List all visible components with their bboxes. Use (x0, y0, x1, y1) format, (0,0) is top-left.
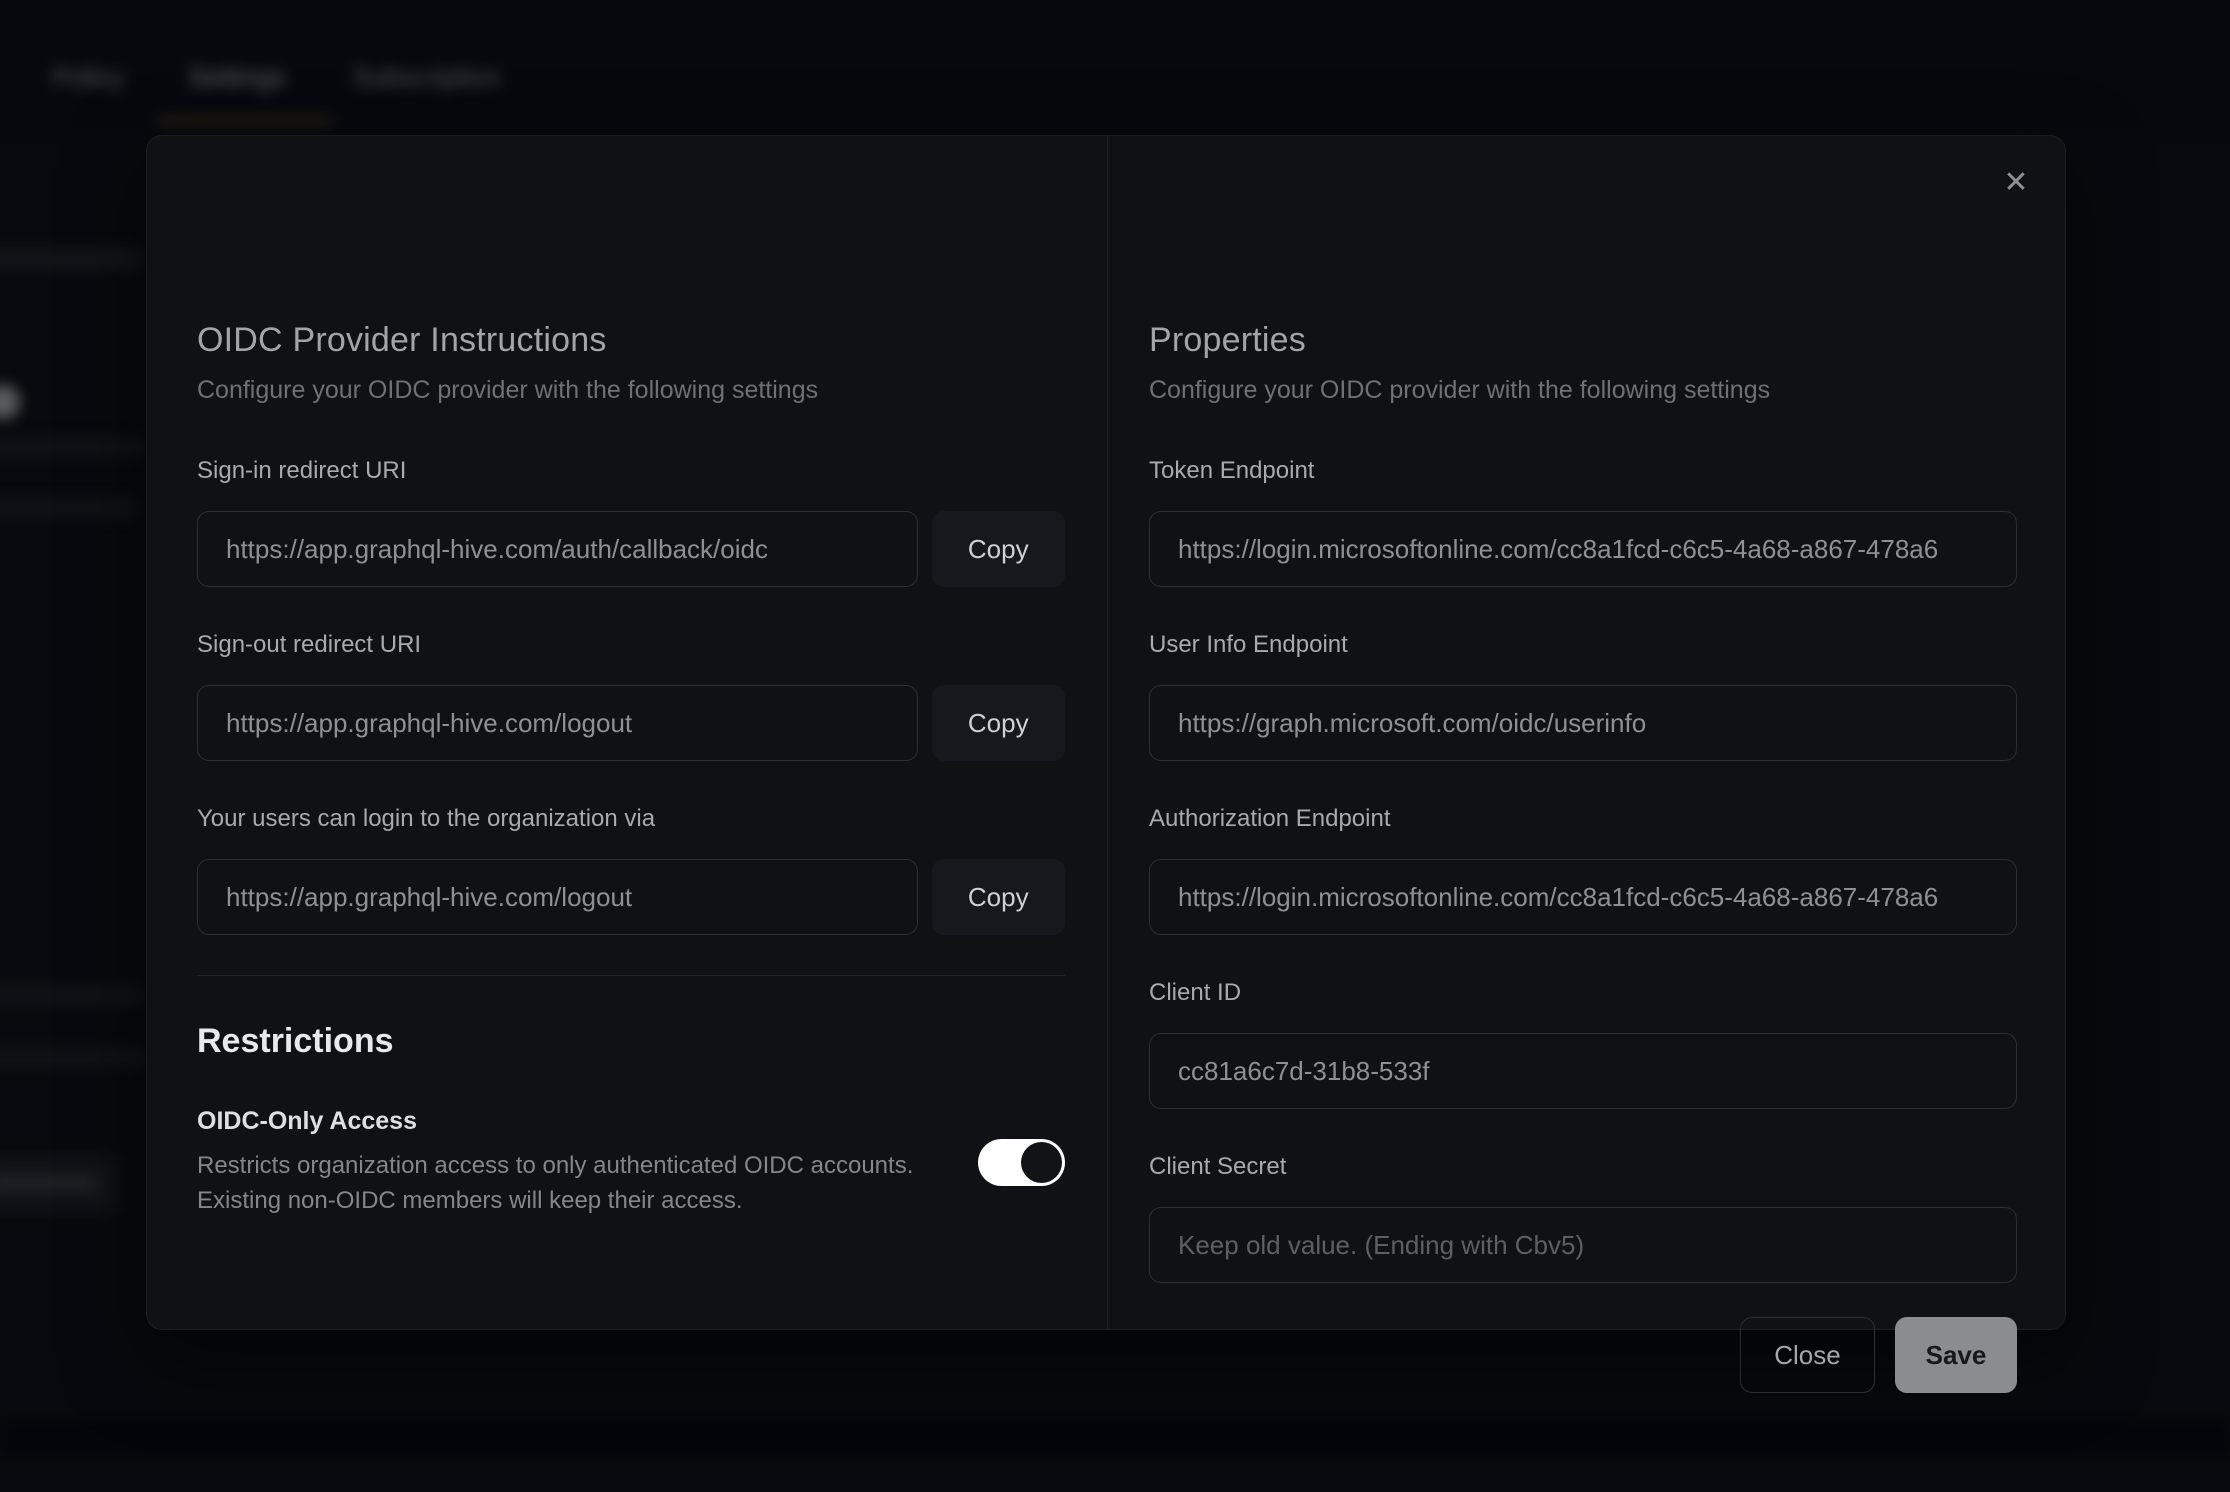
client-secret-label: Client Secret (1149, 1153, 2017, 1181)
oidc-only-access-description: Restricts organization access to only au… (197, 1148, 957, 1218)
restrictions-heading: Restrictions (197, 1022, 1065, 1061)
oidc-settings-dialog: ✕ OIDC Provider Instructions Configure y… (146, 135, 2066, 1330)
sign-out-redirect-uri-value[interactable]: https://app.graphql-hive.com/logout (197, 685, 918, 761)
toggle-knob (1021, 1142, 1062, 1183)
user-info-endpoint-value[interactable]: https://graph.microsoft.com/oidc/userinf… (1149, 685, 2017, 761)
section-title: OIDC Provider Instructions (197, 321, 1065, 360)
login-via-value[interactable]: https://app.graphql-hive.com/logout (197, 859, 918, 935)
section-divider (197, 975, 1065, 976)
properties-section: Properties Configure your OIDC provider … (1149, 321, 2017, 1393)
oidc-instructions-section: OIDC Provider Instructions Configure you… (197, 321, 1065, 1218)
dialog-actions: Close Save (1149, 1317, 2017, 1393)
client-id-label: Client ID (1149, 979, 2017, 1007)
sign-in-redirect-uri-label: Sign-in redirect URI (197, 457, 1065, 485)
close-icon[interactable]: ✕ (1991, 158, 2041, 208)
client-secret-input[interactable] (1149, 1207, 2017, 1283)
sign-out-redirect-uri-label: Sign-out redirect URI (197, 631, 1065, 659)
copy-sign-out-uri-button[interactable]: Copy (932, 685, 1066, 761)
authorization-endpoint-value[interactable]: https://login.microsoftonline.com/cc8a1f… (1149, 859, 2017, 935)
oidc-only-access-row: OIDC-Only Access Restricts organization … (197, 1107, 1065, 1218)
oidc-only-access-label: OIDC-Only Access (197, 1107, 957, 1136)
copy-login-via-button[interactable]: Copy (932, 859, 1066, 935)
token-endpoint-value[interactable]: https://login.microsoftonline.com/cc8a1f… (1149, 511, 2017, 587)
column-divider (1107, 136, 1108, 1329)
copy-sign-in-uri-button[interactable]: Copy (932, 511, 1066, 587)
token-endpoint-label: Token Endpoint (1149, 457, 2017, 485)
section-subtitle: Configure your OIDC provider with the fo… (1149, 376, 2017, 405)
oidc-only-access-toggle[interactable] (978, 1139, 1065, 1186)
close-button[interactable]: Close (1740, 1317, 1875, 1393)
save-button[interactable]: Save (1895, 1317, 2017, 1393)
sign-in-redirect-uri-value[interactable]: https://app.graphql-hive.com/auth/callba… (197, 511, 918, 587)
section-subtitle: Configure your OIDC provider with the fo… (197, 376, 1065, 405)
user-info-endpoint-label: User Info Endpoint (1149, 631, 2017, 659)
authorization-endpoint-label: Authorization Endpoint (1149, 805, 2017, 833)
login-via-label: Your users can login to the organization… (197, 805, 1065, 833)
client-id-value[interactable]: cc81a6c7d-31b8-533f (1149, 1033, 2017, 1109)
section-title: Properties (1149, 321, 2017, 360)
